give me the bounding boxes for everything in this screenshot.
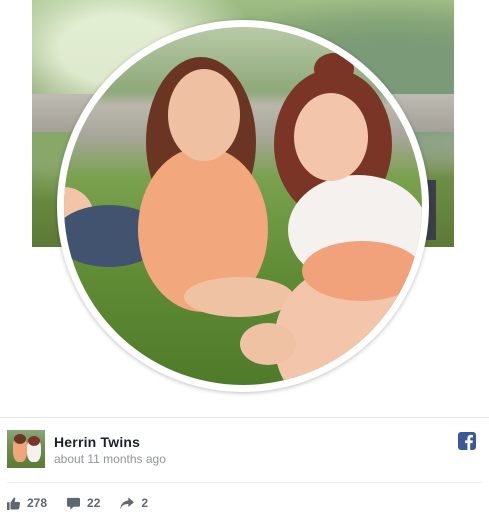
shares-stat[interactable]: 2	[120, 496, 148, 510]
post-timestamp[interactable]: about 11 months ago	[54, 452, 166, 466]
photo-shape	[240, 323, 296, 365]
shares-count: 2	[141, 496, 149, 510]
likes-stat[interactable]: 278	[7, 496, 47, 510]
section-divider	[0, 417, 489, 418]
photo-shape	[302, 241, 422, 301]
post-stats: 278 22 2	[7, 494, 168, 512]
thumbs-up-icon	[7, 497, 20, 510]
footer-divider	[7, 482, 482, 483]
comments-stat[interactable]: 22	[67, 496, 100, 510]
likes-count: 278	[27, 496, 48, 510]
photo-shape	[294, 93, 368, 181]
post-header: Herrin Twins about 11 months ago	[7, 430, 482, 472]
facebook-icon[interactable]	[458, 432, 476, 450]
author-avatar[interactable]	[7, 430, 45, 468]
photo-shape	[168, 69, 240, 161]
profile-picture[interactable]	[64, 27, 422, 385]
comment-icon	[67, 497, 81, 510]
comments-count: 22	[87, 496, 101, 510]
photo-shape	[184, 277, 294, 317]
author-name[interactable]: Herrin Twins	[54, 434, 140, 450]
share-arrow-icon	[120, 496, 135, 509]
